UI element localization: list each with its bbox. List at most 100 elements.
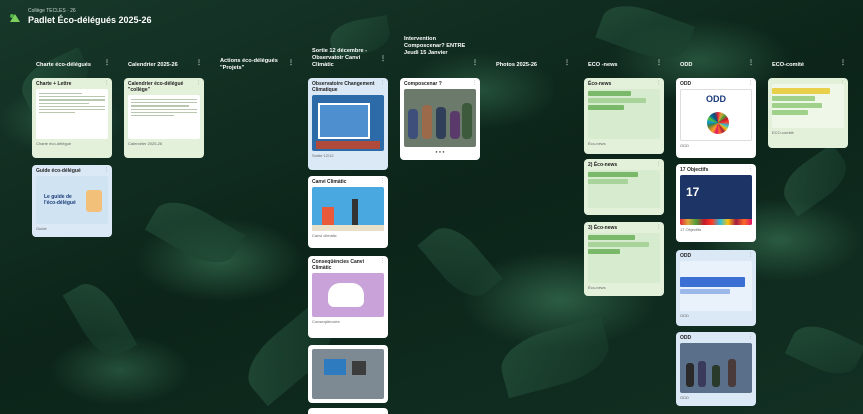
card-menu-icon[interactable]: ⋮ xyxy=(196,80,201,86)
card-menu-icon[interactable]: ⋮ xyxy=(748,334,753,340)
card-composcenar[interactable]: Composcenar ? ⋮ ● ● ● xyxy=(400,78,480,160)
card-menu-icon[interactable]: ⋮ xyxy=(656,224,661,230)
card-caption: Sortie 12/12 xyxy=(312,153,334,158)
column-econews: ECO -news ⋮ xyxy=(584,46,664,76)
column-ecocomite: ECO-comité ⋮ xyxy=(768,46,848,76)
card-charte[interactable]: Charte + Lettre ⋮ Charte éco-délégué xyxy=(32,78,112,158)
card-title: Guide éco-délégué xyxy=(36,168,81,174)
card-menu-icon[interactable]: ⋮ xyxy=(380,258,385,264)
card-caption: Éco-news xyxy=(588,141,606,146)
card-menu-icon[interactable]: ⋮ xyxy=(748,166,753,172)
card-caption: Guide xyxy=(36,226,47,231)
column-actions: Actions éco-délégués "Projets" ⋮ xyxy=(216,46,296,76)
card-caption: Charte éco-délégué xyxy=(36,141,72,146)
odd-17-text: 17 xyxy=(686,185,700,199)
card-econews-2[interactable]: 2) Éco-news ⋮ xyxy=(584,159,664,215)
column-sortie: Sortie 12 décembre - Observatoir Canvi C… xyxy=(308,42,388,72)
card-thumbnail xyxy=(312,95,384,151)
column-menu-icon[interactable]: ⋮ xyxy=(656,60,662,68)
card-canvi[interactable]: Canvi Climàtic ⋮ Canvi climàtic xyxy=(308,176,388,248)
card-odd-4[interactable]: ODD ⋮ ODD xyxy=(676,332,756,406)
card-caption: ODD xyxy=(680,313,689,318)
top-bar: Collège TECLES · 26 Padlet Éco-délégués … xyxy=(0,0,863,34)
card-title: 3) Éco-news xyxy=(588,225,618,231)
card-menu-icon[interactable]: ⋮ xyxy=(748,252,753,258)
card-econews-1[interactable]: Éco-news ⋮ Éco-news xyxy=(584,78,664,154)
card-caption: Canvi climàtic xyxy=(312,233,337,238)
card-thumbnail xyxy=(128,95,200,139)
column-menu-icon[interactable]: ⋮ xyxy=(196,60,202,68)
card-odd-3[interactable]: ODD ⋮ ODD xyxy=(676,250,756,326)
card-photo-lab[interactable] xyxy=(308,345,388,403)
column-menu-icon[interactable]: ⋮ xyxy=(748,60,754,68)
column-title: ECO -news xyxy=(588,62,618,68)
column-title: Photos 2025-26 xyxy=(496,62,538,68)
card-title: Composcenar ? xyxy=(404,81,442,87)
column-menu-icon[interactable]: ⋮ xyxy=(288,60,294,68)
card-thumbnail xyxy=(312,187,384,231)
column-menu-icon[interactable]: ⋮ xyxy=(472,60,478,68)
column-odd: ODD ⋮ xyxy=(676,46,756,76)
card-title: 2) Éco-news xyxy=(588,162,618,168)
card-partial[interactable] xyxy=(308,408,388,414)
column-title: Charte éco-délégués xyxy=(36,62,92,68)
card-menu-icon[interactable]: ⋮ xyxy=(380,80,385,86)
card-menu-icon[interactable]: ⋮ xyxy=(380,178,385,184)
column-header[interactable]: Photos 2025-26 ⋮ xyxy=(492,46,572,76)
card-thumbnail xyxy=(680,261,752,311)
card-odd-2[interactable]: 17 Objectifs ⋮ 17 17 Objectifs xyxy=(676,164,756,242)
card-caption: 17 Objectifs xyxy=(680,227,702,232)
card-title: Charte + Lettre xyxy=(36,81,72,87)
card-thumbnail xyxy=(680,343,752,393)
column-header[interactable]: ECO -news ⋮ xyxy=(584,46,664,76)
column-header[interactable]: Calendrier 2025-26 ⋮ xyxy=(124,46,204,76)
card-caption: ODD xyxy=(680,395,689,400)
column-header[interactable]: Actions éco-délégués "Projets" ⋮ xyxy=(216,46,296,76)
column-header[interactable]: ODD ⋮ xyxy=(676,46,756,76)
column-menu-icon[interactable]: ⋮ xyxy=(564,60,570,68)
odd-thumb-text: ODD xyxy=(706,94,726,104)
column-menu-icon[interactable]: ⋮ xyxy=(104,60,110,68)
card-title: ODD xyxy=(680,81,692,87)
card-thumbnail xyxy=(312,349,384,399)
card-title: Calendrier éco-délégué "collège" xyxy=(128,81,184,93)
padlet-logo-icon[interactable] xyxy=(8,12,22,24)
card-title: Éco-news xyxy=(588,81,612,87)
card-menu-icon[interactable]: ⋮ xyxy=(104,167,109,173)
board-title[interactable]: Padlet Éco-délégués 2025-26 xyxy=(28,15,152,25)
card-econews-3[interactable]: 3) Éco-news ⋮ Éco-news xyxy=(584,222,664,296)
card-ecocomite[interactable]: ⋮ ECO-comité xyxy=(768,78,848,148)
card-observatori[interactable]: Observatoire Changement Climatique ⋮ Sor… xyxy=(308,78,388,170)
column-menu-icon[interactable]: ⋮ xyxy=(380,56,386,64)
column-menu-icon[interactable]: ⋮ xyxy=(840,60,846,68)
column-header[interactable]: Sortie 12 décembre - Observatoir Canvi C… xyxy=(308,42,388,72)
person-illustration-icon xyxy=(86,190,102,212)
card-thumbnail xyxy=(404,89,476,147)
card-menu-icon[interactable]: ⋮ xyxy=(748,80,753,86)
column-header[interactable]: Intervention Composcenar? ENTRE Jeudi 15… xyxy=(400,32,480,70)
card-guide[interactable]: Guide éco-délégué ⋮ Le guide de l'éco-dé… xyxy=(32,165,112,237)
card-menu-icon[interactable]: ⋮ xyxy=(472,80,477,86)
column-title: Actions éco-délégués "Projets" xyxy=(220,58,278,71)
card-menu-icon[interactable]: ⋮ xyxy=(656,80,661,86)
column-title: ODD xyxy=(680,62,693,68)
breadcrumb[interactable]: Collège TECLES · 26 xyxy=(28,8,76,14)
card-title: 17 Objectifs xyxy=(680,167,709,173)
card-caption: Éco-news xyxy=(588,285,606,290)
card-thumbnail xyxy=(36,89,108,139)
column-calendrier: Calendrier 2025-26 ⋮ xyxy=(124,46,204,76)
card-title: ODD xyxy=(680,335,692,341)
carousel-dots[interactable]: ● ● ● xyxy=(400,147,480,157)
card-menu-icon[interactable]: ⋮ xyxy=(104,80,109,86)
card-caption: ECO-comité xyxy=(772,130,794,135)
card-odd-1[interactable]: ODD ⋮ ODD ODD xyxy=(676,78,756,158)
card-title: Observatoire Changement Climatique xyxy=(312,81,375,93)
column-header[interactable]: Charte éco-délégués ⋮ xyxy=(32,46,112,76)
card-consequencies[interactable]: Conseqüències Canvi Climàtic ⋮ Conseqüèn… xyxy=(308,256,388,338)
polar-bear-icon xyxy=(328,283,364,307)
card-calendrier[interactable]: Calendrier éco-délégué "collège" ⋮ Calen… xyxy=(124,78,204,158)
column-title: ECO-comité xyxy=(772,62,805,68)
card-menu-icon[interactable]: ⋮ xyxy=(656,161,661,167)
column-header[interactable]: ECO-comité ⋮ xyxy=(768,46,848,76)
sdg-wheel-icon xyxy=(707,112,729,134)
